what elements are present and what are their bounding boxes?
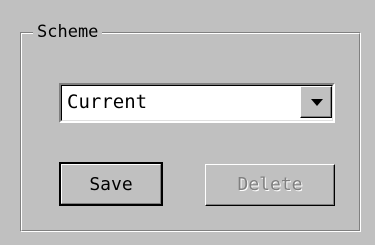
- scheme-dropdown[interactable]: Current: [59, 83, 335, 123]
- chevron-down-icon: [311, 99, 323, 106]
- save-button[interactable]: Save: [59, 162, 163, 206]
- delete-button-label: Delete: [237, 174, 303, 195]
- scheme-panel: Scheme Current Save Delete: [0, 0, 375, 245]
- scheme-legend: Scheme: [33, 21, 103, 43]
- dropdown-arrow-button[interactable]: [300, 86, 332, 118]
- save-button-label: Save: [89, 174, 133, 195]
- delete-button[interactable]: Delete: [205, 164, 335, 206]
- scheme-dropdown-value: Current: [67, 91, 148, 113]
